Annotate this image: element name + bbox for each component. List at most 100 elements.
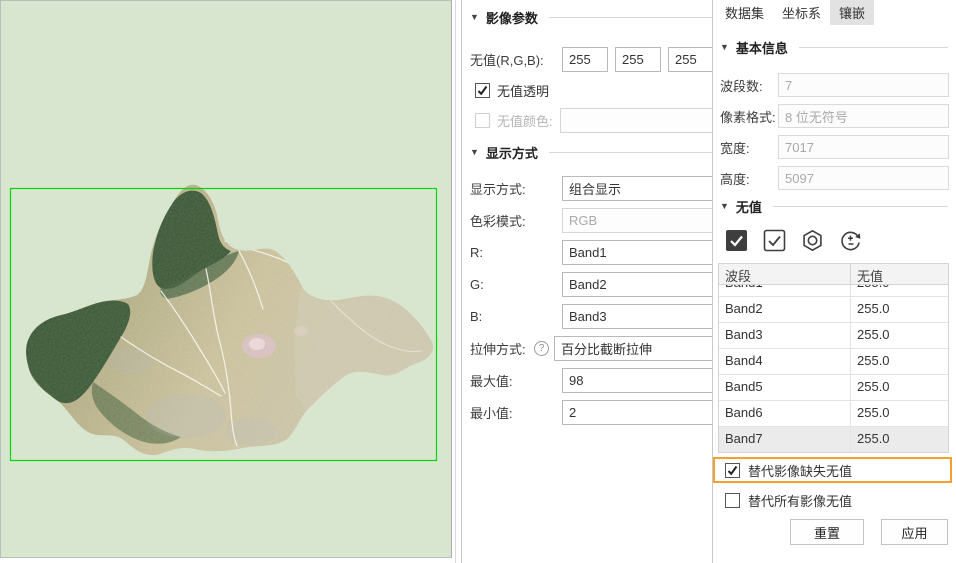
table-row[interactable]: Band6255.0 — [719, 401, 948, 427]
novalue-rgb-label: 无值(R,G,B): — [470, 50, 562, 69]
replace-missing-row[interactable]: 替代影像缺失无值 — [713, 457, 952, 483]
divider — [549, 17, 712, 18]
mosaic-info-panel: 数据集坐标系镶嵌 ▼ 基本信息 波段数:7像素格式:8 位无符号宽度:7017高… — [712, 0, 956, 563]
apply-button[interactable]: 应用 — [881, 519, 948, 545]
field-label: 宽度: — [720, 138, 778, 157]
field-value: 8 位无符号 — [778, 104, 949, 128]
section-basic-info[interactable]: ▼ 基本信息 — [720, 38, 956, 56]
tab-坐标系[interactable]: 坐标系 — [773, 0, 830, 25]
field-label: 高度: — [720, 169, 778, 188]
max-value-input[interactable]: 98 — [562, 368, 712, 393]
field-label: 像素格式: — [720, 107, 778, 126]
tab-数据集[interactable]: 数据集 — [716, 0, 773, 25]
divider — [799, 47, 948, 48]
table-row[interactable]: Band4255.0 — [719, 349, 948, 375]
novalue-transparent-checkbox[interactable] — [475, 83, 490, 98]
max-value-label: 最大值: — [470, 371, 562, 390]
field-value: 7017 — [778, 135, 949, 159]
reset-button[interactable]: 重置 — [790, 519, 864, 545]
blue-band-select[interactable]: Band3 — [562, 304, 712, 329]
band-cell: Band7 — [719, 427, 851, 452]
info-field-row: 像素格式:8 位无符号 — [720, 104, 956, 128]
blue-band-label: B: — [470, 309, 562, 324]
check-filled-icon[interactable] — [724, 228, 748, 252]
band-cell: Band4 — [719, 349, 851, 374]
recalc-plusminus-icon[interactable] — [838, 228, 862, 252]
replace-all-checkbox[interactable] — [725, 493, 740, 508]
novalue-toolbar — [724, 227, 956, 253]
info-field-row: 波段数:7 — [720, 73, 956, 97]
panel-tabs: 数据集坐标系镶嵌 — [716, 0, 956, 25]
novalue-cell: 255.0 — [851, 349, 948, 374]
band-cell: Band5 — [719, 375, 851, 400]
novalue-table: 波段 无值 Band1255.0Band2255.0Band3255.0Band… — [718, 263, 949, 453]
band-cell: Band6 — [719, 401, 851, 426]
tab-镶嵌[interactable]: 镶嵌 — [830, 0, 874, 25]
section-title: 影像参数 — [486, 8, 538, 27]
replace-missing-label: 替代影像缺失无值 — [748, 461, 852, 480]
section-title: 无值 — [736, 197, 762, 216]
band-cell: Band2 — [719, 297, 851, 322]
green-band-select[interactable]: Band2 — [562, 272, 712, 297]
novalue-table-body: Band1255.0Band2255.0Band3255.0Band4255.0… — [719, 285, 948, 452]
novalue-cell: 255.0 — [851, 375, 948, 400]
novalue-b-input[interactable]: 255 — [668, 47, 712, 72]
table-row[interactable]: Band7255.0 — [719, 427, 948, 452]
band-cell: Band3 — [719, 323, 851, 348]
divider — [549, 152, 712, 153]
novalue-r-input[interactable]: 255 — [562, 47, 608, 72]
display-mode-label: 显示方式: — [470, 179, 562, 198]
min-value-label: 最小值: — [470, 403, 562, 422]
red-band-label: R: — [470, 245, 562, 260]
image-params-panel: ▼ 影像参数 无值(R,G,B): 255 255 255 无值透明 无值颜色:… — [463, 0, 712, 563]
novalue-color-checkbox[interactable] — [475, 113, 490, 128]
help-icon[interactable]: ? — [534, 341, 549, 356]
section-title: 基本信息 — [736, 38, 788, 57]
field-value: 5097 — [778, 166, 949, 190]
action-buttons: 重置 应用 — [716, 519, 948, 545]
info-field-row: 宽度:7017 — [720, 135, 956, 159]
table-header: 波段 无值 — [719, 264, 948, 285]
table-row[interactable]: Band3255.0 — [719, 323, 948, 349]
stretch-mode-select[interactable]: 百分比截断拉伸 — [554, 336, 712, 361]
collapse-arrow-icon: ▼ — [720, 42, 729, 52]
red-band-select[interactable]: Band1 — [562, 240, 712, 265]
info-field-row: 高度:5097 — [720, 166, 956, 190]
novalue-cell: 255.0 — [851, 401, 948, 426]
novalue-cell: 255.0 — [851, 427, 948, 452]
replace-all-label: 替代所有影像无值 — [748, 491, 852, 510]
replace-missing-checkbox[interactable] — [725, 463, 740, 478]
novalue-color-swatch — [560, 108, 712, 133]
color-mode-label: 色彩模式: — [470, 211, 562, 230]
section-image-params[interactable]: ▼ 影像参数 — [470, 8, 712, 26]
table-row[interactable]: Band2255.0 — [719, 297, 948, 323]
novalue-column-header[interactable]: 无值 — [851, 264, 948, 284]
band-column-header[interactable]: 波段 — [719, 264, 851, 284]
map-viewport[interactable] — [0, 0, 452, 558]
novalue-g-input[interactable]: 255 — [615, 47, 661, 72]
pane-splitter[interactable] — [452, 0, 462, 563]
novalue-cell: 255.0 — [851, 297, 948, 322]
green-band-label: G: — [470, 277, 562, 292]
section-novalue[interactable]: ▼ 无值 — [720, 197, 956, 215]
field-value: 7 — [778, 73, 949, 97]
table-row[interactable]: Band5255.0 — [719, 375, 948, 401]
basic-info-fields: 波段数:7像素格式:8 位无符号宽度:7017高度:5097 — [716, 73, 956, 190]
novalue-cell: 255.0 — [851, 285, 948, 296]
section-title: 显示方式 — [486, 143, 538, 162]
table-row[interactable]: Band1255.0 — [719, 285, 948, 297]
collapse-arrow-icon: ▼ — [470, 147, 479, 157]
novalue-cell: 255.0 — [851, 323, 948, 348]
min-value-input[interactable]: 2 — [562, 400, 712, 425]
divider — [773, 206, 948, 207]
band-cell: Band1 — [719, 285, 851, 296]
color-mode-select: RGB — [562, 208, 712, 233]
section-display-mode[interactable]: ▼ 显示方式 — [470, 143, 712, 161]
hexagon-nut-icon[interactable] — [800, 228, 824, 252]
display-mode-select[interactable]: 组合显示 — [562, 176, 712, 201]
collapse-arrow-icon: ▼ — [470, 12, 479, 22]
novalue-transparent-label: 无值透明 — [497, 81, 549, 100]
replace-all-row[interactable]: 替代所有影像无值 — [725, 491, 956, 509]
table-scroll-area[interactable]: Band1255.0Band2255.0Band3255.0Band4255.0… — [719, 285, 948, 452]
check-outline-icon[interactable] — [762, 228, 786, 252]
